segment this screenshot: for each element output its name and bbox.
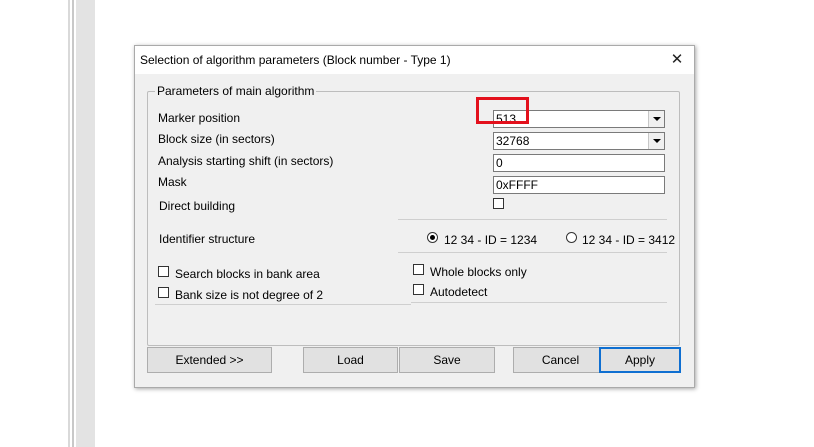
identifier-option-1-label: 12 34 - ID = 1234 <box>444 233 538 247</box>
chevron-down-icon[interactable] <box>648 111 664 127</box>
highlight-box <box>476 97 529 124</box>
analysis-shift-value: 0 <box>496 156 503 170</box>
marker-position-label: Marker position <box>158 111 241 125</box>
block-size-combo[interactable]: 32768 <box>493 132 665 150</box>
group-title: Parameters of main algorithm <box>155 84 317 98</box>
divider <box>411 302 667 303</box>
main-algorithm-group: Parameters of main algorithm Marker posi… <box>147 84 680 346</box>
whole-blocks-checkbox[interactable] <box>413 264 424 275</box>
mask-input[interactable]: 0xFFFF <box>493 176 665 194</box>
divider <box>398 252 667 253</box>
direct-building-label: Direct building <box>159 199 236 213</box>
cancel-button[interactable]: Cancel <box>513 347 608 373</box>
load-button[interactable]: Load <box>303 347 398 373</box>
background-panel <box>0 0 68 447</box>
dialog-titlebar: Selection of algorithm parameters (Block… <box>135 46 694 74</box>
bank-size-label: Bank size is not degree of 2 <box>175 288 324 302</box>
save-button[interactable]: Save <box>399 347 495 373</box>
identifier-option-2-label: 12 34 - ID = 3412 <box>582 233 676 247</box>
whole-blocks-label: Whole blocks only <box>430 265 527 279</box>
analysis-shift-input[interactable]: 0 <box>493 154 665 172</box>
analysis-shift-label: Analysis starting shift (in sectors) <box>158 154 334 168</box>
identifier-option-1-radio[interactable] <box>427 232 438 243</box>
direct-building-checkbox[interactable] <box>493 198 504 209</box>
extended-button[interactable]: Extended >> <box>147 347 272 373</box>
close-icon[interactable]: ✕ <box>666 50 688 70</box>
chevron-down-icon[interactable] <box>648 133 664 149</box>
dialog-title: Selection of algorithm parameters (Block… <box>140 53 451 67</box>
mask-label: Mask <box>158 175 187 189</box>
divider <box>155 304 411 305</box>
bank-size-checkbox[interactable] <box>158 287 169 298</box>
apply-button[interactable]: Apply <box>599 347 681 373</box>
identifier-structure-label: Identifier structure <box>159 232 256 246</box>
autodetect-checkbox[interactable] <box>413 284 424 295</box>
mask-value: 0xFFFF <box>496 178 538 192</box>
block-size-label: Block size (in sectors) <box>158 132 275 146</box>
identifier-option-2-radio[interactable] <box>566 232 577 243</box>
background-splitter <box>68 0 70 447</box>
background-scroll-strip <box>76 0 95 447</box>
background-splitter <box>72 0 74 447</box>
block-size-value: 32768 <box>496 134 530 148</box>
divider <box>398 219 667 220</box>
search-blocks-label: Search blocks in bank area <box>175 267 320 281</box>
search-blocks-checkbox[interactable] <box>158 266 169 277</box>
algorithm-parameters-dialog: Selection of algorithm parameters (Block… <box>134 45 695 388</box>
autodetect-label: Autodetect <box>430 285 488 299</box>
